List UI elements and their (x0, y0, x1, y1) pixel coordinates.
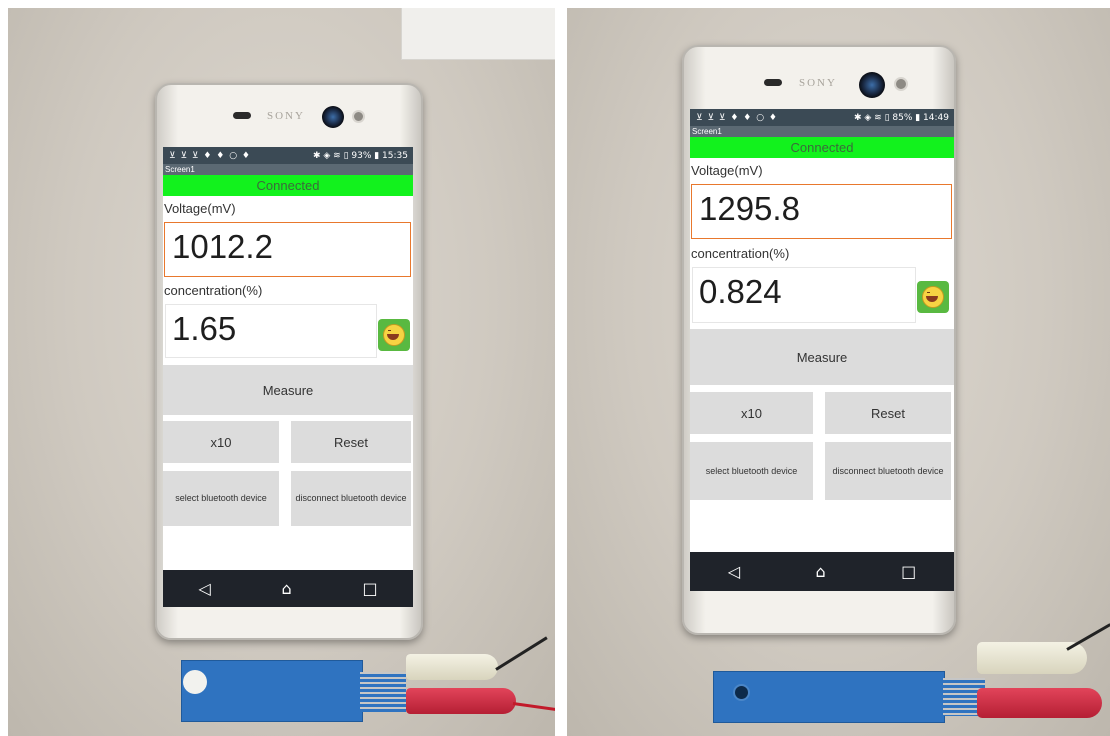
white-clip (406, 654, 498, 680)
measure-button[interactable]: Measure (690, 329, 954, 385)
camera-icon (859, 72, 885, 98)
emoji-smile-icon[interactable] (378, 319, 410, 351)
status-right: ✱ ◈ ≋ ▯ 85% ▮ 14:49 (853, 112, 949, 123)
speaker-icon (764, 79, 782, 86)
recent-apps-icon[interactable]: □ (901, 562, 916, 581)
back-icon[interactable]: ◁ (728, 562, 740, 581)
red-wire (512, 702, 555, 712)
emoji-smile-icon[interactable] (917, 281, 949, 313)
screen-right: ⊻ ⊻ ⊻ ♦ ♦ ○ ♦ ✱ ◈ ≋ ▯ 85% ▮ 14:49 Screen… (690, 109, 954, 591)
screen-left: ⊻ ⊻ ⊻ ♦ ♦ ○ ♦ ✱ ◈ ≋ ▯ 93% ▮ 15:35 Screen… (163, 147, 413, 607)
phone-brand: SONY (799, 77, 837, 89)
status-right: ✱ ◈ ≋ ▯ 93% ▮ 15:35 (312, 150, 408, 161)
reset-button[interactable]: Reset (825, 392, 951, 434)
voltage-value: 1295.8 (699, 190, 800, 227)
voltage-field[interactable]: 1295.8 (691, 184, 952, 239)
reset-button[interactable]: Reset (291, 421, 411, 463)
black-wire (495, 636, 548, 671)
status-bar: ⊻ ⊻ ⊻ ♦ ♦ ○ ♦ ✱ ◈ ≋ ▯ 85% ▮ 14:49 (690, 109, 954, 126)
sensor-icon (894, 77, 908, 91)
notification-icons: ⊻ ⊻ ⊻ ♦ ♦ ○ ♦ (696, 112, 778, 123)
voltage-label: Voltage(mV) (164, 201, 236, 216)
voltage-value: 1012.2 (172, 228, 273, 265)
connection-status: Connected (163, 175, 413, 196)
x10-button[interactable]: x10 (163, 421, 279, 463)
disconnect-bluetooth-button[interactable]: disconnect bluetooth device (825, 442, 951, 500)
voltage-field[interactable]: 1012.2 (164, 222, 411, 277)
speaker-icon (233, 112, 251, 119)
screen-title: Screen1 (163, 164, 413, 175)
disconnect-bluetooth-button[interactable]: disconnect bluetooth device (291, 471, 411, 526)
navigation-bar: ◁ ⌂ □ (163, 570, 413, 607)
screen-title: Screen1 (690, 126, 954, 137)
tissue-paper (401, 8, 555, 60)
photo-left: SONY ⊻ ⊻ ⊻ ♦ ♦ ○ ♦ ✱ ◈ ≋ ▯ 93% ▮ 15:35 S… (8, 8, 555, 736)
sensor-strip (181, 660, 363, 722)
concentration-label: concentration(%) (164, 283, 263, 298)
voltage-label: Voltage(mV) (691, 163, 763, 178)
concentration-value: 0.824 (699, 273, 782, 310)
select-bluetooth-button[interactable]: select bluetooth device (163, 471, 279, 526)
camera-icon (322, 106, 344, 128)
phone-brand: SONY (267, 110, 305, 122)
red-clip (977, 688, 1102, 718)
black-wire (1066, 623, 1110, 651)
sample-drop (183, 670, 207, 694)
home-icon[interactable]: ⌂ (282, 579, 292, 598)
concentration-value: 1.65 (172, 310, 237, 347)
phone-right: SONY ⊻ ⊻ ⊻ ♦ ♦ ○ ♦ ✱ ◈ ≋ ▯ 85% ▮ 14:49 S… (682, 45, 956, 635)
concentration-label: concentration(%) (691, 246, 790, 261)
recent-apps-icon[interactable]: □ (362, 579, 377, 598)
back-icon[interactable]: ◁ (198, 579, 210, 598)
concentration-field[interactable]: 1.65 (165, 304, 377, 358)
measure-button[interactable]: Measure (163, 365, 413, 415)
notification-icons: ⊻ ⊻ ⊻ ♦ ♦ ○ ♦ (169, 150, 251, 161)
connection-status: Connected (690, 137, 954, 158)
red-clip (406, 688, 516, 714)
phone-left: SONY ⊻ ⊻ ⊻ ♦ ♦ ○ ♦ ✱ ◈ ≋ ▯ 93% ▮ 15:35 S… (155, 83, 423, 640)
status-bar: ⊻ ⊻ ⊻ ♦ ♦ ○ ♦ ✱ ◈ ≋ ▯ 93% ▮ 15:35 (163, 147, 413, 164)
electrode-contacts (360, 672, 406, 712)
home-icon[interactable]: ⌂ (816, 562, 826, 581)
x10-button[interactable]: x10 (690, 392, 813, 434)
sensor-electrode (733, 684, 750, 701)
concentration-field[interactable]: 0.824 (692, 267, 916, 323)
select-bluetooth-button[interactable]: select bluetooth device (690, 442, 813, 500)
photo-right: SONY ⊻ ⊻ ⊻ ♦ ♦ ○ ♦ ✱ ◈ ≋ ▯ 85% ▮ 14:49 S… (567, 8, 1110, 736)
navigation-bar: ◁ ⌂ □ (690, 552, 954, 591)
sensor-icon (352, 110, 365, 123)
